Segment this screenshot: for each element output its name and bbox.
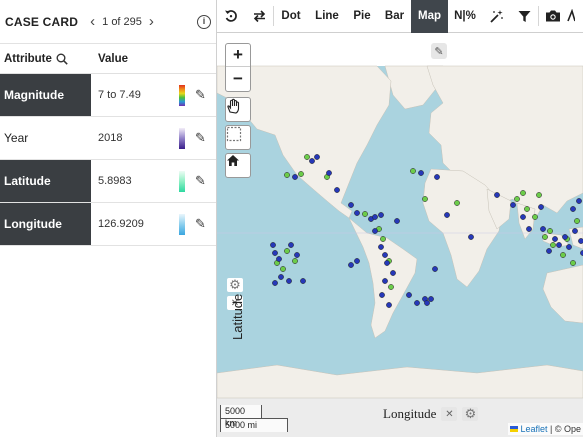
case-card-panel: CASE CARD ‹ 1 of 295 › i Attribute Value… [0, 0, 217, 437]
map-button[interactable]: Map [411, 0, 448, 33]
attribute-value: 2018 [98, 132, 123, 144]
value-column-header: Value [98, 52, 129, 65]
attribute-label[interactable]: Latitude [0, 160, 91, 202]
case-card-column-header: Attribute Value [0, 44, 216, 74]
dot-plot-button[interactable]: Dot [274, 0, 308, 33]
undo-icon[interactable] [217, 0, 245, 33]
filter-icon[interactable] [510, 0, 538, 33]
line-plot-button[interactable]: Line [308, 0, 346, 33]
app-root: CASE CARD ‹ 1 of 295 › i Attribute Value… [0, 0, 583, 437]
case-card-title: CASE CARD [5, 14, 79, 29]
attribution-text: | © Ope [550, 424, 581, 434]
attribute-column-header: Attribute [4, 52, 52, 65]
scale-mi-label: 5000 mi [220, 418, 288, 432]
pie-chart-button[interactable]: Pie [346, 0, 378, 33]
map-tiles [217, 65, 583, 399]
home-icon[interactable] [225, 153, 251, 178]
camera-icon[interactable] [539, 0, 567, 33]
gear-icon[interactable]: ⚙ [227, 277, 243, 292]
close-icon[interactable]: ✕ [441, 407, 458, 421]
latitude-axis-label[interactable]: Latitude [230, 294, 245, 340]
zoom-in-button[interactable]: + [226, 44, 250, 67]
search-icon[interactable] [56, 53, 68, 65]
longitude-axis-label[interactable]: Longitude [383, 406, 436, 422]
map-attribution: Leaflet | © Ope [508, 423, 583, 435]
longitude-axis-controls: Longitude ✕ ⚙ [383, 406, 479, 422]
graph-toolbar: Dot Line Pie Bar Map N|% [217, 0, 583, 33]
swap-icon[interactable] [245, 0, 273, 33]
zoom-out-button[interactable]: − [226, 67, 250, 90]
more-tools-icon[interactable] [567, 0, 581, 33]
marquee-select-icon[interactable] [225, 125, 251, 150]
attribute-label[interactable]: Longitude [0, 203, 91, 245]
attribute-row-longitude: Longitude 126.9209 ✎ [0, 203, 216, 246]
map-view[interactable]: + − ✎ ⚙ ✕ Latitude 5000 km 5000 mi Longi… [217, 33, 583, 437]
attribute-value: 126.9209 [98, 218, 144, 230]
edit-pencil-icon[interactable]: ✎ [195, 216, 206, 232]
chevron-right-icon[interactable]: › [149, 14, 154, 29]
bar-chart-button[interactable]: Bar [378, 0, 411, 33]
color-legend-swatch [179, 171, 185, 192]
attribute-label[interactable]: Magnitude [0, 74, 91, 116]
case-counter: 1 of 295 [102, 15, 142, 28]
edit-pencil-icon[interactable]: ✎ [195, 130, 206, 146]
leaflet-link[interactable]: Leaflet [520, 424, 547, 434]
pan-hand-icon[interactable] [225, 97, 251, 122]
attribute-row-latitude: Latitude 5.8983 ✎ [0, 160, 216, 203]
gear-icon[interactable]: ⚙ [462, 406, 479, 421]
color-legend-swatch [179, 214, 185, 235]
attribute-row-year: Year 2018 ✎ [0, 117, 216, 160]
count-percent-button[interactable]: N|% [448, 0, 482, 33]
edit-pencil-icon[interactable]: ✎ [195, 173, 206, 189]
attribute-value: 7 to 7.49 [98, 89, 141, 101]
case-card-header: CASE CARD ‹ 1 of 295 › [0, 0, 216, 44]
leaflet-flag-icon [510, 426, 519, 432]
color-legend-swatch [179, 85, 185, 106]
color-legend-swatch [179, 128, 185, 149]
chevron-left-icon[interactable]: ‹ [90, 14, 95, 29]
scale-bar: 5000 km 5000 mi [220, 405, 290, 432]
attribute-value: 5.8983 [98, 175, 132, 187]
magic-wand-icon[interactable] [482, 0, 510, 33]
attribute-row-magnitude: Magnitude 7 to 7.49 ✎ [0, 74, 216, 117]
edit-pencil-icon[interactable]: ✎ [195, 87, 206, 103]
edit-pencil-icon[interactable]: ✎ [431, 43, 447, 59]
scale-km-label: 5000 km [220, 405, 262, 428]
zoom-controls: + − [225, 43, 251, 92]
info-icon[interactable]: i [197, 15, 211, 29]
attribute-label[interactable]: Year [0, 117, 91, 159]
